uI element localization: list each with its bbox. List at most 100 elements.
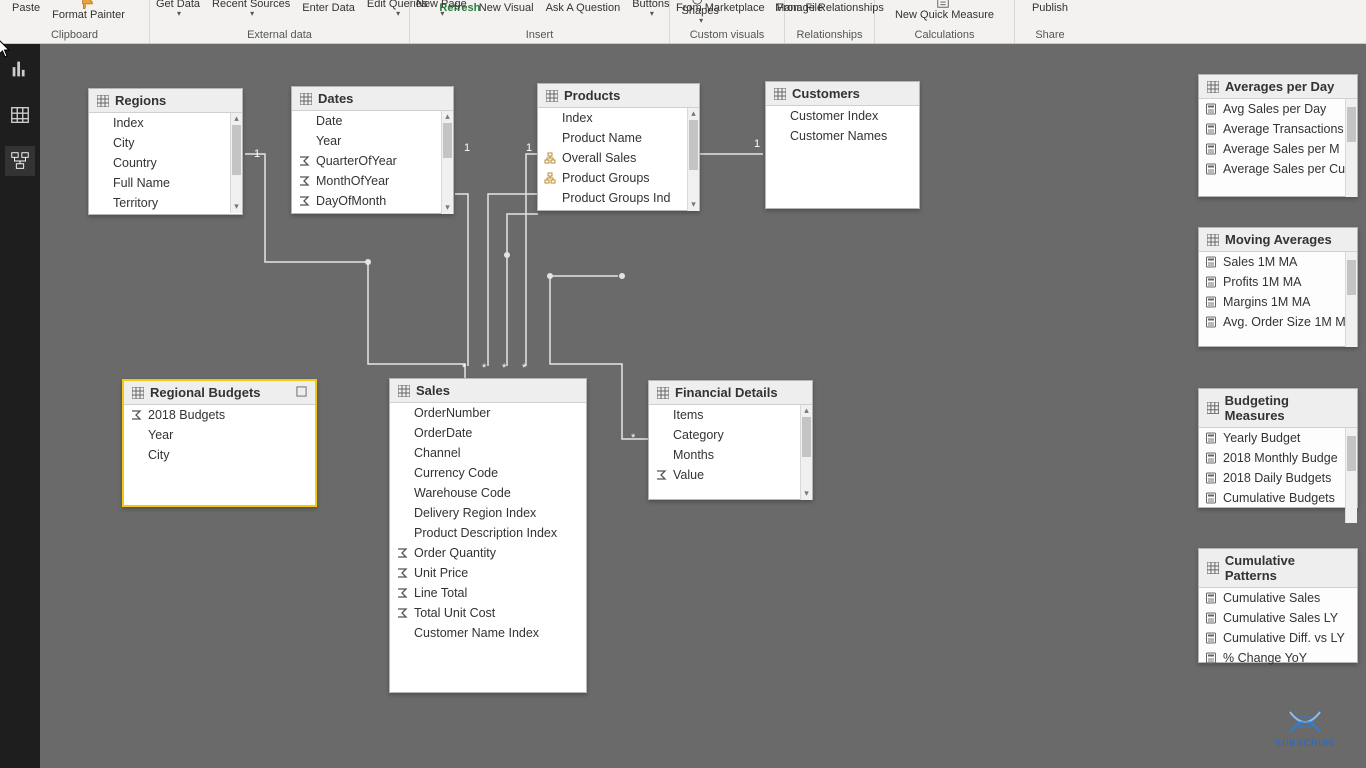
scroll-thumb[interactable]: [1347, 260, 1356, 295]
field-item[interactable]: Cumulative Sales LY: [1199, 608, 1357, 628]
field-item[interactable]: Cumulative Sales: [1199, 588, 1357, 608]
report-view-button[interactable]: [5, 54, 35, 84]
table-budgeting-measures[interactable]: Budgeting Measures Yearly Budget2018 Mon…: [1198, 388, 1358, 508]
field-item[interactable]: Customer Index: [766, 106, 919, 126]
field-item[interactable]: 2018 Monthly Budge: [1199, 448, 1357, 468]
field-item[interactable]: Year: [124, 425, 315, 445]
field-item[interactable]: Average Sales per Cu: [1199, 159, 1357, 179]
table-customers[interactable]: Customers Customer IndexCustomer Names: [765, 81, 920, 209]
field-item[interactable]: Currency Code: [390, 463, 586, 483]
scroll-up-icon[interactable]: ▴: [688, 108, 699, 120]
field-item[interactable]: Country: [89, 153, 242, 173]
table-header[interactable]: Regions: [89, 89, 242, 113]
table-header[interactable]: Customers: [766, 82, 919, 106]
field-item[interactable]: OrderDate: [390, 423, 586, 443]
field-item[interactable]: Product Name: [538, 128, 699, 148]
table-regions[interactable]: Regions IndexCityCountryFull NameTerrito…: [88, 88, 243, 215]
scroll-thumb[interactable]: [1347, 436, 1356, 471]
field-item[interactable]: City: [124, 445, 315, 465]
field-item[interactable]: Category: [649, 425, 812, 445]
table-header[interactable]: Dates: [292, 87, 453, 111]
table-header[interactable]: Cumulative Patterns: [1199, 549, 1357, 588]
scrollbar[interactable]: [1345, 99, 1357, 197]
scrollbar[interactable]: ▴ ▾: [441, 111, 453, 214]
field-item[interactable]: Yearly Budget: [1199, 428, 1357, 448]
field-item[interactable]: Value: [649, 465, 812, 485]
field-item[interactable]: Cumulative Diff. vs LY: [1199, 628, 1357, 648]
field-item[interactable]: Total Unit Cost: [390, 603, 586, 623]
field-item[interactable]: Months: [649, 445, 812, 465]
field-item[interactable]: 2018 Budgets: [124, 405, 315, 425]
field-item[interactable]: Index: [538, 108, 699, 128]
field-item[interactable]: QuarterOfYear: [292, 151, 453, 171]
field-item[interactable]: Warehouse Code: [390, 483, 586, 503]
field-item[interactable]: Delivery Region Index: [390, 503, 586, 523]
field-item[interactable]: Product Groups: [538, 168, 699, 188]
field-item[interactable]: Margins 1M MA: [1199, 292, 1357, 312]
field-item[interactable]: Product Groups Ind: [538, 188, 699, 208]
field-item[interactable]: Channel: [390, 443, 586, 463]
buttons-button[interactable]: Buttons▾: [626, 0, 675, 21]
field-item[interactable]: Customer Name Index: [390, 623, 586, 643]
field-item[interactable]: Product Description Index: [390, 523, 586, 543]
table-header[interactable]: Sales: [390, 379, 586, 403]
scroll-down-icon[interactable]: ▾: [442, 202, 453, 214]
field-item[interactable]: Items: [649, 405, 812, 425]
table-dates[interactable]: Dates DateYearQuarterOfYearMonthOfYearDa…: [291, 86, 454, 214]
field-item[interactable]: OrderNumber: [390, 403, 586, 423]
new-page-button[interactable]: New Page▾: [410, 0, 473, 21]
scrollbar[interactable]: ▴ ▾: [230, 113, 242, 213]
scroll-up-icon[interactable]: ▴: [442, 111, 453, 123]
scrollbar[interactable]: ▴ ▾: [800, 405, 812, 500]
field-item[interactable]: Average Sales per M: [1199, 139, 1357, 159]
publish-button[interactable]: Publish: [1026, 0, 1074, 21]
scroll-up-icon[interactable]: ▴: [231, 113, 242, 125]
table-header[interactable]: Moving Averages: [1199, 228, 1357, 252]
field-item[interactable]: Index: [89, 113, 242, 133]
table-header[interactable]: Financial Details: [649, 381, 812, 405]
scroll-down-icon[interactable]: ▾: [688, 199, 699, 211]
table-header[interactable]: Products: [538, 84, 699, 108]
scroll-up-icon[interactable]: ▴: [801, 405, 812, 417]
field-item[interactable]: Order Quantity: [390, 543, 586, 563]
model-canvas[interactable]: 1 1 1 1 * * * * * Regions IndexCityCount…: [40, 44, 1366, 768]
field-item[interactable]: % Change YoY: [1199, 648, 1357, 668]
field-item[interactable]: Line Total: [390, 583, 586, 603]
manage-relationships-button[interactable]: Manage Relationships: [769, 0, 890, 21]
enter-data-button[interactable]: Enter Data: [296, 0, 361, 21]
table-products[interactable]: Products IndexProduct NameOverall SalesP…: [537, 83, 700, 211]
field-item[interactable]: Year: [292, 131, 453, 151]
from-marketplace-button[interactable]: From Marketplace: [670, 0, 771, 21]
field-item[interactable]: DayOfMonth: [292, 191, 453, 211]
table-sales[interactable]: Sales OrderNumberOrderDateChannelCurrenc…: [389, 378, 587, 693]
field-item[interactable]: Full Name: [89, 173, 242, 193]
field-item[interactable]: 2018 Daily Budgets: [1199, 468, 1357, 488]
ask-question-button[interactable]: Ask A Question: [540, 0, 627, 21]
table-cumulative-patterns[interactable]: Cumulative Patterns Cumulative SalesCumu…: [1198, 548, 1358, 663]
table-financial-details[interactable]: Financial Details ItemsCategoryMonthsVal…: [648, 380, 813, 500]
scroll-thumb[interactable]: [802, 417, 811, 457]
field-item[interactable]: Profits 1M MA: [1199, 272, 1357, 292]
maximize-icon[interactable]: [296, 385, 307, 400]
get-data-button[interactable]: Get Data▾: [150, 0, 206, 21]
data-view-button[interactable]: [5, 100, 35, 130]
scroll-thumb[interactable]: [232, 125, 241, 175]
scroll-thumb[interactable]: [689, 120, 698, 170]
field-item[interactable]: Avg. Order Size 1M M: [1199, 312, 1357, 332]
paste-button[interactable]: Paste: [6, 0, 46, 21]
table-header[interactable]: Averages per Day: [1199, 75, 1357, 99]
field-item[interactable]: Sales 1M MA: [1199, 252, 1357, 272]
scroll-down-icon[interactable]: ▾: [801, 488, 812, 500]
field-item[interactable]: Date: [292, 111, 453, 131]
scrollbar[interactable]: [1345, 428, 1357, 523]
scroll-thumb[interactable]: [1347, 107, 1356, 142]
table-averages-per-day[interactable]: Averages per Day Avg Sales per DayAverag…: [1198, 74, 1358, 197]
field-item[interactable]: City: [89, 133, 242, 153]
scrollbar[interactable]: [1345, 252, 1357, 347]
field-item[interactable]: MonthOfYear: [292, 171, 453, 191]
scroll-down-icon[interactable]: ▾: [231, 201, 242, 213]
table-header[interactable]: Regional Budgets: [124, 381, 315, 405]
field-item[interactable]: Territory: [89, 193, 242, 213]
table-regional-budgets[interactable]: Regional Budgets 2018 BudgetsYearCity: [122, 379, 317, 507]
model-view-button[interactable]: [5, 146, 35, 176]
